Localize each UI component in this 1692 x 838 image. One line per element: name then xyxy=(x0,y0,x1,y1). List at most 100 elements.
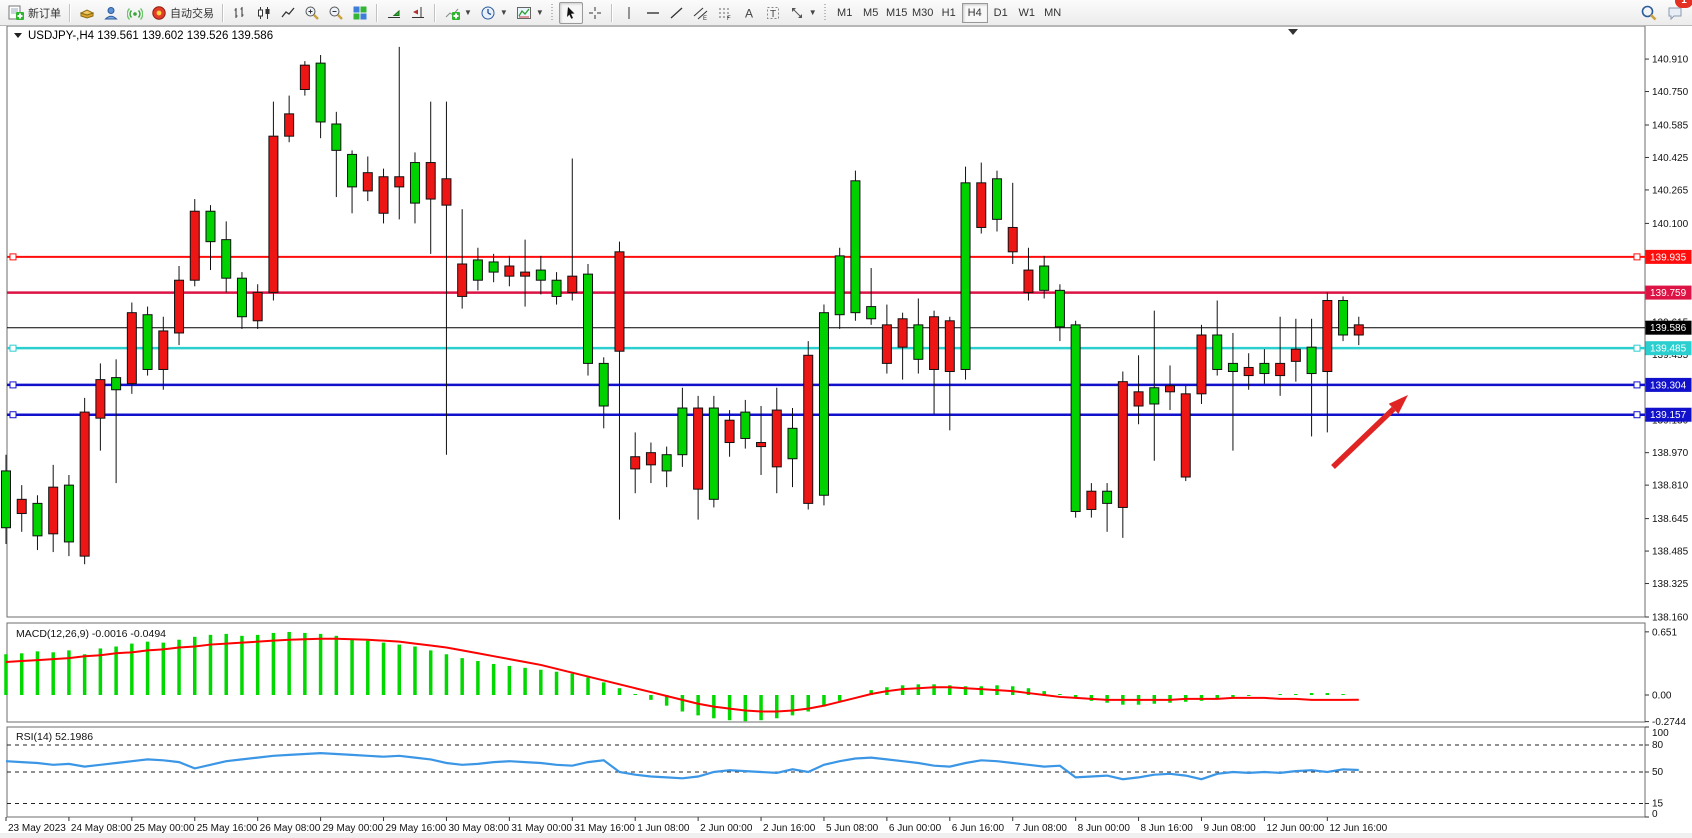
line-handle[interactable] xyxy=(10,345,16,351)
candles-chart-icon xyxy=(256,5,272,21)
vertical-line-button[interactable] xyxy=(617,2,641,24)
candle xyxy=(914,325,923,359)
indicators-button[interactable]: ▼ xyxy=(440,2,476,24)
time-label: 6 Jun 16:00 xyxy=(952,823,1005,834)
text-label-button[interactable]: T xyxy=(761,2,785,24)
macd-label: MACD(12,26,9) -0.0016 -0.0494 xyxy=(16,628,166,640)
line-handle[interactable] xyxy=(1634,412,1640,418)
toolbar-gripper[interactable] xyxy=(824,4,829,22)
fibonacci-icon: F xyxy=(717,5,733,21)
templates-button[interactable]: ▼ xyxy=(512,2,548,24)
candle xyxy=(1103,491,1112,503)
auto-trading-button[interactable]: 自动交易 xyxy=(147,2,218,24)
tile-windows-button[interactable] xyxy=(348,2,372,24)
timeframe-w1-button[interactable]: W1 xyxy=(1014,3,1040,23)
line-handle[interactable] xyxy=(1634,382,1640,388)
new-order-button[interactable]: 新订单 xyxy=(4,2,65,24)
candle xyxy=(584,274,593,363)
crosshair-button[interactable] xyxy=(583,2,607,24)
candle xyxy=(552,280,561,296)
timeframe-h4-button[interactable]: H4 xyxy=(962,3,988,23)
candle xyxy=(536,270,545,280)
price-chart-svg[interactable]: 140.910140.750140.585140.425140.265140.1… xyxy=(0,26,1692,838)
candle xyxy=(945,321,954,372)
toolbar-separator xyxy=(69,4,71,22)
timeframe-m1-button[interactable]: M1 xyxy=(832,3,858,23)
candle xyxy=(175,280,184,333)
arrows-button[interactable]: ▼ xyxy=(785,2,821,24)
svg-text:138.485: 138.485 xyxy=(1652,547,1689,558)
timeframe-m30-button[interactable]: M30 xyxy=(910,3,936,23)
time-label: 8 Jun 00:00 xyxy=(1078,823,1131,834)
candle xyxy=(977,183,986,228)
candle xyxy=(1087,491,1096,509)
zoom-in-button[interactable] xyxy=(300,2,324,24)
periods-button[interactable]: ▼ xyxy=(476,2,512,24)
candle xyxy=(269,136,278,292)
candles-chart-button[interactable] xyxy=(252,2,276,24)
community-button[interactable] xyxy=(99,2,123,24)
rsi-label: RSI(14) 52.1986 xyxy=(16,731,93,743)
svg-text:139.586: 139.586 xyxy=(1650,323,1687,334)
toolbar-separator xyxy=(376,4,378,22)
toolbar-gripper[interactable] xyxy=(551,4,556,22)
search-button[interactable] xyxy=(1636,2,1662,24)
candle xyxy=(992,179,1001,220)
auto-trading-label: 自动交易 xyxy=(170,5,214,21)
auto-scroll-button[interactable] xyxy=(382,2,406,24)
fibonacci-button[interactable]: F xyxy=(713,2,737,24)
market-depth-button[interactable] xyxy=(75,2,99,24)
line-handle[interactable] xyxy=(10,412,16,418)
timeframe-mn-button[interactable]: MN xyxy=(1040,3,1066,23)
candle xyxy=(882,325,891,364)
time-label: 2 Jun 00:00 xyxy=(700,823,753,834)
time-label: 5 Jun 08:00 xyxy=(826,823,879,834)
svg-text:140.265: 140.265 xyxy=(1652,185,1689,196)
line-handle[interactable] xyxy=(10,382,16,388)
zoom-out-button[interactable] xyxy=(324,2,348,24)
equidistant-channel-button[interactable]: E xyxy=(689,2,713,24)
timeframe-m15-button[interactable]: M15 xyxy=(884,3,910,23)
candle xyxy=(961,183,970,370)
timeframe-m5-button[interactable]: M5 xyxy=(858,3,884,23)
community-icon xyxy=(103,5,119,21)
search-icon xyxy=(1640,4,1658,22)
candle xyxy=(222,240,231,279)
candle xyxy=(1181,394,1190,477)
candle xyxy=(489,262,498,272)
candle xyxy=(426,163,435,200)
candle xyxy=(1008,227,1017,251)
timeframe-d1-button[interactable]: D1 xyxy=(988,3,1014,23)
candle xyxy=(757,443,766,447)
time-label: 25 May 16:00 xyxy=(197,823,258,834)
chart-canvas[interactable]: 140.910140.750140.585140.425140.265140.1… xyxy=(0,26,1692,838)
notification-badge[interactable]: 1 xyxy=(1675,0,1692,8)
candle xyxy=(49,487,58,534)
time-label: 2 Jun 16:00 xyxy=(763,823,816,834)
tile-windows-icon xyxy=(352,5,368,21)
candle xyxy=(819,313,828,496)
time-label: 6 Jun 00:00 xyxy=(889,823,942,834)
line-handle[interactable] xyxy=(10,254,16,260)
svg-text:140.425: 140.425 xyxy=(1652,153,1689,164)
bars-chart-button[interactable] xyxy=(228,2,252,24)
macd-pane[interactable] xyxy=(7,623,1645,722)
candle xyxy=(662,455,671,471)
horizontal-line-button[interactable] xyxy=(641,2,665,24)
chart-shift-button[interactable] xyxy=(406,2,430,24)
svg-text:0: 0 xyxy=(1652,809,1658,820)
line-chart-button[interactable] xyxy=(276,2,300,24)
timeframe-h1-button[interactable]: H1 xyxy=(936,3,962,23)
line-handle[interactable] xyxy=(1634,254,1640,260)
signals-button[interactable] xyxy=(123,2,147,24)
auto-scroll-icon xyxy=(386,5,402,21)
svg-text:138.645: 138.645 xyxy=(1652,514,1689,525)
mt4-application-window: 新订单自动交易▼▼▼EFAT▼M1M5M15M30H1H4D1W1MN1 140… xyxy=(0,0,1692,838)
svg-text:139.304: 139.304 xyxy=(1650,380,1687,391)
trendline-button[interactable] xyxy=(665,2,689,24)
new-order-label: 新订单 xyxy=(28,5,61,21)
line-handle[interactable] xyxy=(1634,345,1640,351)
text-button[interactable]: A xyxy=(737,2,761,24)
chat-button[interactable]: 1 xyxy=(1662,2,1688,24)
cursor-button[interactable] xyxy=(559,2,583,24)
